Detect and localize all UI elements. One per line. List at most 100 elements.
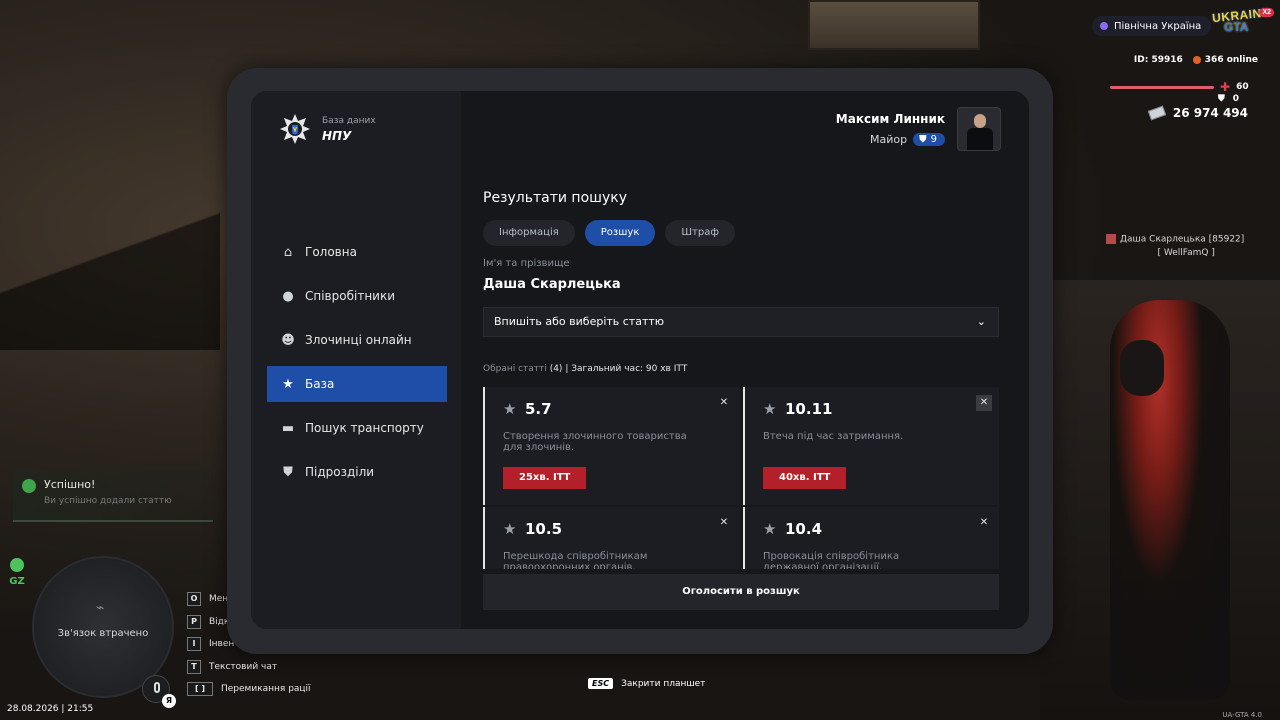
article-number: 5.7 <box>525 400 552 418</box>
police-database-tablet: База даних НПУ ⌂ Головна ● Співробітники… <box>251 91 1029 629</box>
success-notification: Успішно! Ви успішно додали статтю <box>13 470 213 522</box>
sidebar-item-departments[interactable]: ⛊ Підрозділи <box>267 454 447 490</box>
avatar-head <box>974 114 986 128</box>
green-zone-indicator: GZ <box>9 558 25 587</box>
online-icon <box>1192 55 1201 64</box>
star-icon: ★ <box>282 376 294 392</box>
avatar <box>957 107 1001 151</box>
key-cap: O <box>187 592 201 607</box>
article-description: Провокація співробітника державної орган… <box>763 551 900 569</box>
background-shelf <box>808 0 980 50</box>
penalty-badge: 25хв. ІТТ <box>503 467 587 489</box>
armor-row: ⛊ 0 <box>1218 94 1239 104</box>
nametag-name: Даша Скарлецька [85922] <box>1120 234 1245 245</box>
article-card: ★ 10.11 Втеча під час затримання. 40хв. … <box>743 387 999 505</box>
player-id-row: ID: 59916 366 online <box>1134 55 1258 65</box>
declare-wanted-button[interactable]: Оголосити в розшук <box>483 574 999 610</box>
article-description: Втеча під час затримання. <box>763 431 904 442</box>
keybind-label: Текстовий чат <box>209 661 278 672</box>
star-icon: ★ <box>763 520 777 538</box>
sidebar-item-label: Співробітники <box>305 289 396 303</box>
close-icon[interactable]: ✕ <box>976 395 992 411</box>
star-icon: ★ <box>503 520 517 538</box>
user-info: Максим Линник Майор ⛊ 9 <box>836 112 945 146</box>
close-tablet-label: Закрити планшет <box>621 678 706 689</box>
sidebar-item-vehicle-search[interactable]: ▬ Пошук транспорту <box>267 410 447 446</box>
summary-count: (4) <box>549 364 563 374</box>
nametag-family: [ WellFamQ ] <box>1157 247 1215 258</box>
game-logo: UKRAINE GTA X2 <box>1211 5 1274 40</box>
sidebar: База даних НПУ ⌂ Головна ● Співробітники… <box>251 91 461 629</box>
summary-prefix: Обрані статті <box>483 364 547 374</box>
selected-articles-summary: Обрані статті (4) | Загальний час: 90 хв… <box>483 364 687 374</box>
server-icon <box>1100 22 1108 30</box>
sidebar-item-database[interactable]: ★ База <box>267 366 447 402</box>
voice-chat-button[interactable]: Я <box>142 675 176 708</box>
article-description: Створення злочинного товариства для злоч… <box>503 431 687 453</box>
sidebar-item-label: Головна <box>305 245 357 259</box>
car-icon: ▬ <box>281 420 295 436</box>
mic-label: Я <box>162 694 176 708</box>
tab-information[interactable]: Інформація <box>483 220 575 246</box>
user-level: 9 <box>930 134 937 145</box>
keybind-label: Перемикання рації <box>221 684 311 695</box>
article-number: 10.5 <box>525 520 563 538</box>
health-row: ✚ 60 <box>1110 80 1260 94</box>
minimap-status: Зв'язок втрачено <box>57 628 149 639</box>
key-cap: [ ] <box>187 682 213 697</box>
check-icon <box>22 479 36 493</box>
logo-badge: X2 <box>1259 8 1274 17</box>
name-label: Ім'я та прізвище <box>483 258 570 269</box>
key-cap: T <box>187 659 201 674</box>
cash-icon <box>1147 105 1167 121</box>
money-row: 26 974 494 <box>1147 105 1248 121</box>
sidebar-item-label: База <box>305 377 335 391</box>
server-badge: Північна Україна <box>1092 16 1212 36</box>
article-number: 10.4 <box>785 520 823 538</box>
shield-icon <box>10 558 24 572</box>
article-description: Перешкода співробітникам правоохоронних … <box>503 551 648 569</box>
article-card: ★ 10.4 Провокація співробітника державно… <box>743 507 999 569</box>
armor-icon: ⛊ <box>1218 94 1225 104</box>
nametag-icon <box>1106 234 1116 244</box>
key-cap: P <box>187 614 201 629</box>
no-signal-icon: ⌁ <box>96 600 105 616</box>
police-badge-icon <box>279 113 311 145</box>
sidebar-nav: ⌂ Головна ● Співробітники ☻ Злочинці онл… <box>267 234 447 498</box>
tab-wanted[interactable]: Розшук <box>584 220 656 246</box>
brand: База даних НПУ <box>279 113 376 145</box>
player-id: ID: 59916 <box>1133 55 1183 65</box>
user-name: Максим Линник <box>835 112 945 126</box>
level-badge: ⛊ 9 <box>913 133 945 146</box>
online-count-wrap: 366 online <box>1192 55 1258 65</box>
shield-icon: ⛊ <box>283 464 293 480</box>
close-icon[interactable]: ✕ <box>716 515 732 531</box>
close-tablet-hint[interactable]: ESC Закрити планшет <box>588 678 705 689</box>
health-bar <box>1110 85 1214 89</box>
summary-total: | Загальний час: 90 хв ІТТ <box>565 364 688 374</box>
user-profile: Максим Линник Майор ⛊ 9 <box>836 107 1001 151</box>
star-icon: ★ <box>763 400 777 418</box>
suspect-name: Даша Скарлецька <box>483 277 621 292</box>
sidebar-item-employees[interactable]: ● Співробітники <box>267 278 447 314</box>
close-icon[interactable]: ✕ <box>976 515 992 531</box>
server-name: Північна Україна <box>1114 20 1202 32</box>
sidebar-item-criminals-online[interactable]: ☻ Злочинці онлайн <box>267 322 447 358</box>
keybind-row: T Текстовий чат <box>187 656 311 679</box>
notification-title: Успішно! <box>44 478 96 491</box>
close-icon[interactable]: ✕ <box>716 395 732 411</box>
penalty-badge: 40хв. ІТТ <box>763 467 847 489</box>
article-select[interactable]: Впишіть або виберіть статтю ⌄ <box>483 307 999 337</box>
avatar-body <box>967 128 993 150</box>
armor-value: 0 <box>1232 94 1240 104</box>
player-nametag: Даша Скарлецька [85922] [ WellFamQ ] <box>1106 234 1244 258</box>
money-value: 26 974 494 <box>1172 106 1248 120</box>
keybind-row: [ ] Перемикання рації <box>187 678 311 701</box>
article-number: 10.11 <box>785 400 833 418</box>
sidebar-item-home[interactable]: ⌂ Головна <box>267 234 447 270</box>
character-mask <box>1120 340 1164 396</box>
sidebar-item-label: Злочинці онлайн <box>305 333 412 347</box>
tab-fine[interactable]: Штраф <box>665 220 735 246</box>
article-cards: ★ 5.7 Створення злочинного товариства дл… <box>483 387 999 569</box>
health-icon: ✚ <box>1220 80 1231 94</box>
